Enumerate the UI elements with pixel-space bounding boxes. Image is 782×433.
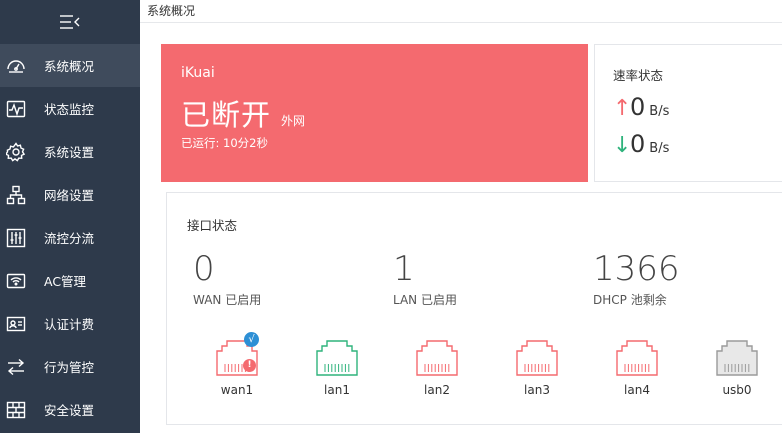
brand-name: iKuai: [181, 65, 215, 81]
uptime-text: 已运行: 10分2秒: [181, 136, 268, 150]
network-topology-icon: [6, 185, 26, 205]
ethernet-port-icon: [516, 340, 558, 376]
connection-scope: 外网: [281, 114, 306, 128]
main-content: iKuai 已断开 外网 已运行: 10分2秒 速率状态 ↑ 0 B/s ↓ 0…: [140, 23, 782, 433]
warning-icon: !: [243, 359, 256, 372]
download-rate-unit: B/s: [649, 141, 670, 156]
down-arrow-icon: ↓: [613, 133, 632, 158]
port-lan1[interactable]: lan1: [307, 339, 367, 397]
sidebar-item-behavior-control[interactable]: 行为管控: [0, 345, 140, 388]
download-rate-value: 0: [630, 130, 646, 158]
sliders-icon: [6, 228, 26, 248]
upload-rate-unit: B/s: [649, 104, 670, 119]
stat-caption: LAN 已启用: [393, 293, 457, 307]
lan-enabled-stat: 1 LAN 已启用: [393, 249, 457, 308]
port-usb0[interactable]: usb0: [707, 339, 767, 397]
firewall-icon: [6, 400, 26, 420]
sidebar-item-label: 系统概况: [44, 59, 95, 74]
up-arrow-icon: ↑: [613, 96, 632, 121]
sidebar-item-label: 行为管控: [44, 360, 95, 375]
swap-arrows-icon: [6, 357, 26, 377]
sidebar-item-monitor[interactable]: 状态监控: [0, 87, 140, 130]
sidebar-item-network-settings[interactable]: 网络设置: [0, 173, 140, 216]
sidebar-item-security-settings[interactable]: 安全设置: [0, 388, 140, 431]
ethernet-port-icon: [316, 340, 358, 376]
connected-check-icon: √: [244, 332, 259, 347]
sidebar: 系统概况 状态监控 系统设置 网络设置 流控分流 AC管理 认证计费 行为管控 …: [0, 0, 140, 433]
port-label: usb0: [722, 383, 752, 397]
sidebar-item-label: 认证计费: [44, 317, 95, 332]
wan-enabled-stat: 0 WAN 已启用: [193, 249, 261, 308]
rate-status-card: 速率状态 ↑ 0 B/s ↓ 0 B/s: [594, 44, 782, 182]
upload-rate-value: 0: [630, 93, 646, 121]
interface-title: 接口状态: [187, 218, 238, 233]
pulse-monitor-icon: [6, 99, 26, 119]
interface-status-card: 接口状态 0 WAN 已启用 1 LAN 已启用 1366 DHCP 池剩余 √…: [166, 192, 782, 425]
breadcrumb: 系统概况: [147, 4, 196, 18]
ethernet-port-icon: [616, 340, 658, 376]
sidebar-toggle-button[interactable]: [0, 0, 140, 44]
dhcp-pool-stat: 1366 DHCP 池剩余: [593, 249, 680, 308]
gear-icon: [6, 141, 26, 162]
port-label: lan2: [424, 383, 450, 397]
port-label: lan1: [324, 383, 350, 397]
port-label: wan1: [220, 383, 254, 397]
sidebar-item-auth-billing[interactable]: 认证计费: [0, 302, 140, 345]
stat-caption: DHCP 池剩余: [593, 293, 667, 307]
wifi-icon: [6, 271, 26, 291]
sidebar-item-overview[interactable]: 系统概况: [0, 44, 140, 87]
sidebar-item-label: 系统设置: [44, 145, 95, 160]
upload-rate: ↑ 0 B/s: [613, 93, 669, 121]
port-lan2[interactable]: lan2: [407, 339, 467, 397]
ethernet-port-icon: [416, 340, 458, 376]
rate-title: 速率状态: [613, 68, 664, 83]
sidebar-item-label: 网络设置: [44, 188, 95, 203]
wan-status-card: iKuai 已断开 外网 已运行: 10分2秒: [161, 44, 588, 182]
sidebar-item-label: 安全设置: [44, 403, 95, 418]
sidebar-item-label: AC管理: [44, 274, 87, 289]
stat-value: 1: [393, 249, 415, 289]
download-rate: ↓ 0 B/s: [613, 130, 669, 158]
port-lan4[interactable]: lan4: [607, 339, 667, 397]
dashboard-icon: [6, 56, 26, 76]
port-lan3[interactable]: lan3: [507, 339, 567, 397]
port-label: lan4: [624, 383, 650, 397]
stat-value: 1366: [593, 249, 680, 289]
stat-value: 0: [193, 249, 215, 289]
sidebar-item-ac-management[interactable]: AC管理: [0, 259, 140, 302]
sidebar-item-label: 状态监控: [44, 102, 95, 117]
sidebar-item-system-settings[interactable]: 系统设置: [0, 130, 140, 173]
stat-caption: WAN 已启用: [193, 293, 262, 307]
top-bar: 系统概况: [140, 0, 782, 23]
id-card-icon: [6, 314, 26, 334]
menu-collapse-icon: [60, 15, 80, 29]
port-label: lan3: [524, 383, 550, 397]
sidebar-item-label: 流控分流: [44, 231, 95, 246]
connection-state: 已断开: [181, 98, 272, 132]
sidebar-item-flow-control[interactable]: 流控分流: [0, 216, 140, 259]
ethernet-port-icon: [716, 340, 758, 376]
port-wan1[interactable]: √ ! wan1: [207, 332, 267, 397]
